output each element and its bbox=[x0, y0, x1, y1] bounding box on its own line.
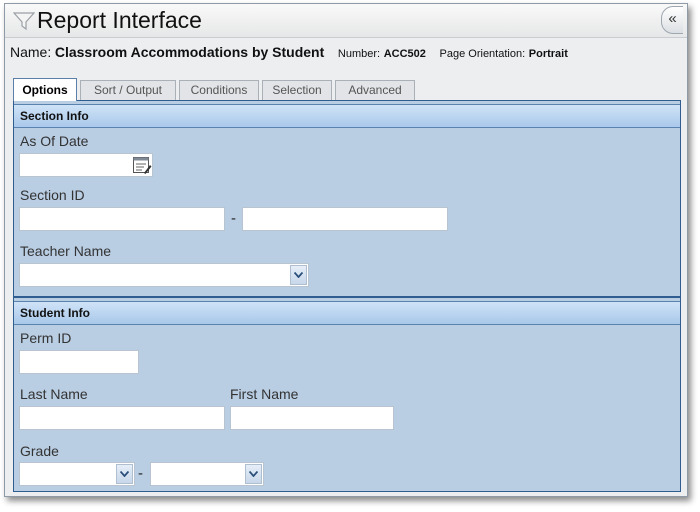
teacher-name-dropdown-button[interactable] bbox=[290, 265, 307, 285]
grade-label: Grade bbox=[20, 443, 59, 459]
section-id-from-input[interactable] bbox=[19, 207, 225, 231]
collapse-panel-button[interactable]: « bbox=[661, 6, 683, 34]
report-number-value: ACC502 bbox=[383, 48, 426, 60]
last-name-label: Last Name bbox=[20, 386, 88, 402]
first-name-label: First Name bbox=[230, 386, 299, 402]
window-title: Report Interface bbox=[37, 7, 202, 33]
tab-selection[interactable]: Selection bbox=[262, 80, 332, 100]
page-orientation-value: Portrait bbox=[528, 48, 568, 60]
section-id-label: Section ID bbox=[20, 187, 85, 203]
teacher-name-label: Teacher Name bbox=[20, 243, 112, 259]
report-interface-window: Report Interface « Name: Classroom Accom… bbox=[4, 3, 688, 497]
last-name-input[interactable] bbox=[19, 406, 225, 430]
calendar-icon[interactable] bbox=[132, 155, 152, 175]
as-of-date-label: As Of Date bbox=[20, 133, 89, 149]
grade-from-select[interactable] bbox=[19, 462, 135, 486]
grade-to-dropdown-button[interactable] bbox=[245, 464, 262, 484]
section-info-header: Section Info bbox=[14, 104, 680, 128]
tab-options[interactable]: Options bbox=[13, 78, 77, 101]
filter-icon bbox=[13, 12, 35, 30]
first-name-input[interactable] bbox=[230, 406, 394, 430]
section-id-range-separator: - bbox=[231, 210, 236, 227]
grade-to-select[interactable] bbox=[150, 462, 264, 486]
grade-from-dropdown-button[interactable] bbox=[116, 464, 133, 484]
perm-id-label: Perm ID bbox=[20, 330, 72, 346]
perm-id-input[interactable] bbox=[19, 350, 139, 374]
report-name-value: Classroom Accommodations by Student bbox=[54, 44, 325, 60]
report-number-label: Number: bbox=[337, 48, 381, 60]
section-divider bbox=[14, 296, 680, 298]
report-info-line: Name: Classroom Accommodations by Studen… bbox=[10, 44, 683, 66]
page-orientation-label: Page Orientation: bbox=[439, 48, 526, 60]
tab-advanced[interactable]: Advanced bbox=[335, 80, 415, 100]
report-name-label: Name: bbox=[10, 44, 52, 60]
grade-range-separator: - bbox=[138, 465, 143, 482]
teacher-name-select[interactable] bbox=[19, 263, 309, 287]
tab-sort-output[interactable]: Sort / Output bbox=[80, 80, 176, 100]
options-panel: Section Info As Of Date Section ID - Tea… bbox=[13, 100, 681, 492]
title-bar: Report Interface « bbox=[5, 4, 687, 38]
chevron-down-icon bbox=[120, 471, 129, 477]
chevron-down-icon bbox=[249, 471, 258, 477]
chevron-down-icon bbox=[294, 272, 303, 278]
section-id-to-input[interactable] bbox=[242, 207, 448, 231]
student-info-header: Student Info bbox=[14, 301, 680, 325]
tab-conditions[interactable]: Conditions bbox=[179, 80, 259, 100]
